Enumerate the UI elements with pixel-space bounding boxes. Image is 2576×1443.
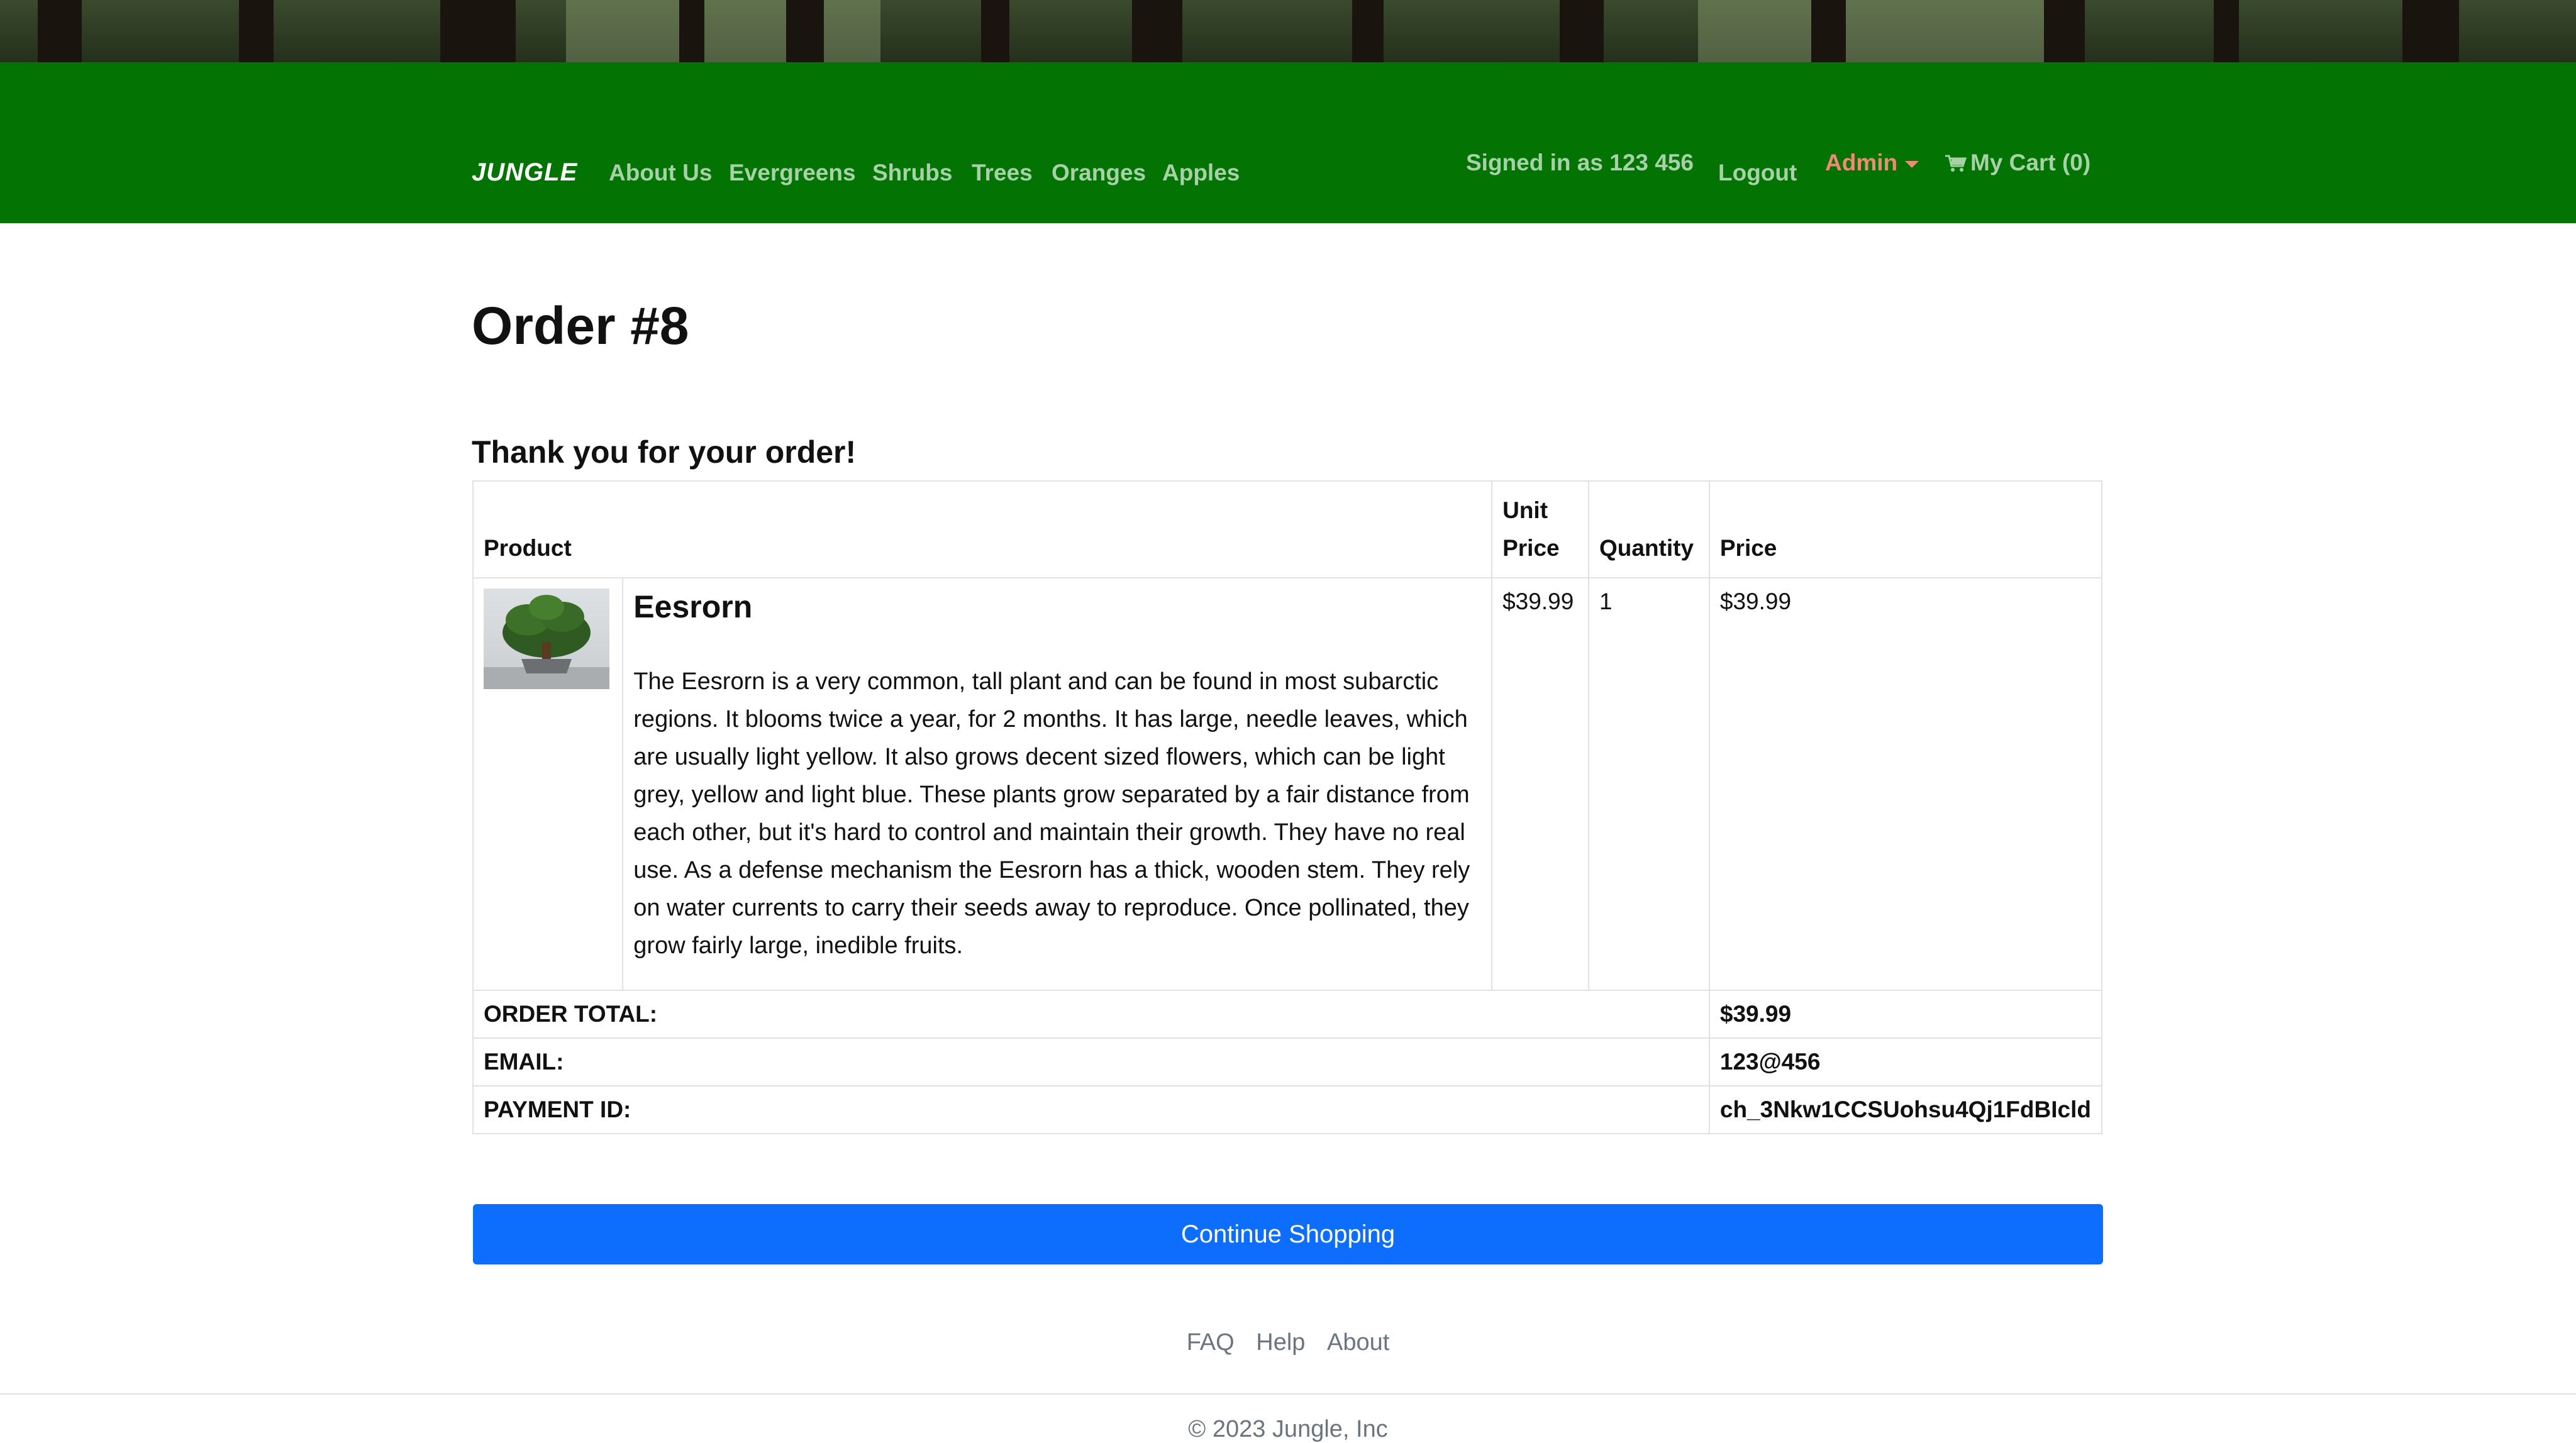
page-title: Order #8 — [472, 296, 689, 355]
forest-banner — [0, 0, 2576, 62]
order-total-row: ORDER TOTAL: $39.99 — [472, 990, 2103, 1039]
footer-divider — [0, 1393, 2576, 1395]
column-quantity: Quantity — [1588, 480, 1710, 578]
unit-price-cell: $39.99 — [1491, 577, 1589, 991]
shopping-cart-icon — [1945, 155, 1967, 172]
banner-light — [1698, 0, 2075, 62]
tree-trunk — [2402, 0, 2459, 62]
navbar — [0, 62, 2576, 223]
order-total-label: ORDER TOTAL: — [472, 990, 1710, 1039]
email-label: EMAIL: — [472, 1037, 1710, 1086]
brand-logo[interactable]: JUNGLE — [472, 158, 577, 187]
table-header-row: Product Unit Price Quantity Price — [472, 480, 2103, 578]
admin-dropdown[interactable]: Admin — [1825, 150, 1919, 176]
price-cell: $39.99 — [1708, 577, 2103, 991]
product-name: Eesrorn — [633, 589, 753, 624]
footer-link-about[interactable]: About — [1327, 1329, 1389, 1356]
tree-trunk — [1811, 0, 1846, 62]
bonsai-tree-image — [484, 589, 609, 689]
email-row: EMAIL: 123@456 — [472, 1037, 2103, 1086]
unit-price-line1: Unit — [1502, 497, 1548, 523]
payment-id-value: ch_3Nkw1CCSUohsu4Qj1FdBIcld — [1708, 1085, 2103, 1134]
signed-in-label: Signed in as 123 456 — [1466, 150, 1694, 175]
continue-shopping-button[interactable]: Continue Shopping — [473, 1204, 2103, 1264]
nav-link-trees[interactable]: Trees — [972, 160, 1033, 186]
cart-label: My Cart (0) — [1970, 150, 2091, 175]
footer-link-help[interactable]: Help — [1256, 1329, 1305, 1356]
nav-link-oranges[interactable]: Oranges — [1052, 160, 1146, 186]
column-product: Product — [472, 480, 1493, 578]
nav-link-evergreens[interactable]: Evergreens — [729, 160, 856, 186]
tree-trunk — [786, 0, 824, 62]
nav-link-about-us[interactable]: About Us — [609, 160, 712, 186]
quantity-cell: 1 — [1588, 577, 1710, 991]
footer-link-faq[interactable]: FAQ — [1187, 1329, 1235, 1356]
footer-links: FAQ Help About — [0, 1329, 2576, 1356]
admin-label: Admin — [1825, 150, 1898, 175]
thank-you-heading: Thank you for your order! — [472, 434, 857, 470]
column-price: Price — [1708, 480, 2103, 578]
caret-down-icon — [1905, 160, 1919, 168]
nav-link-apples[interactable]: Apples — [1162, 160, 1240, 186]
order-total-value: $39.99 — [1708, 990, 2103, 1039]
tree-trunk — [2214, 0, 2239, 62]
tree-trunk — [1132, 0, 1182, 62]
tree-trunk — [239, 0, 274, 62]
product-description: The Eesrorn is a very common, tall plant… — [633, 668, 1470, 959]
unit-price-line2: Price — [1502, 535, 1560, 561]
tree-trunk — [2044, 0, 2085, 62]
tree-trunk — [1560, 0, 1604, 62]
email-value: 123@456 — [1708, 1037, 2103, 1086]
cart-link[interactable]: My Cart (0) — [1945, 150, 2090, 176]
tree-trunk — [1352, 0, 1384, 62]
table-row: Eesrorn The Eesrorn is a very common, ta… — [472, 577, 2103, 991]
column-unit-price: Unit Price — [1491, 480, 1589, 578]
payment-id-label: PAYMENT ID: — [472, 1085, 1710, 1134]
copyright: © 2023 Jungle, Inc — [1188, 1416, 1388, 1442]
payment-id-row: PAYMENT ID: ch_3Nkw1CCSUohsu4Qj1FdBIcld — [472, 1085, 2103, 1134]
logout-link[interactable]: Logout — [1718, 160, 1797, 186]
tree-trunk — [440, 0, 516, 62]
nav-link-shrubs[interactable]: Shrubs — [872, 160, 952, 186]
order-table: Product Unit Price Quantity Price Eesror… — [472, 480, 2103, 1134]
product-details-cell: Eesrorn The Eesrorn is a very common, ta… — [622, 577, 1493, 991]
banner-light — [566, 0, 880, 62]
product-image-cell — [472, 577, 624, 991]
tree-trunk — [981, 0, 1009, 62]
bonsai-illustration — [484, 595, 609, 689]
tree-trunk — [38, 0, 82, 62]
tree-trunk — [679, 0, 704, 62]
